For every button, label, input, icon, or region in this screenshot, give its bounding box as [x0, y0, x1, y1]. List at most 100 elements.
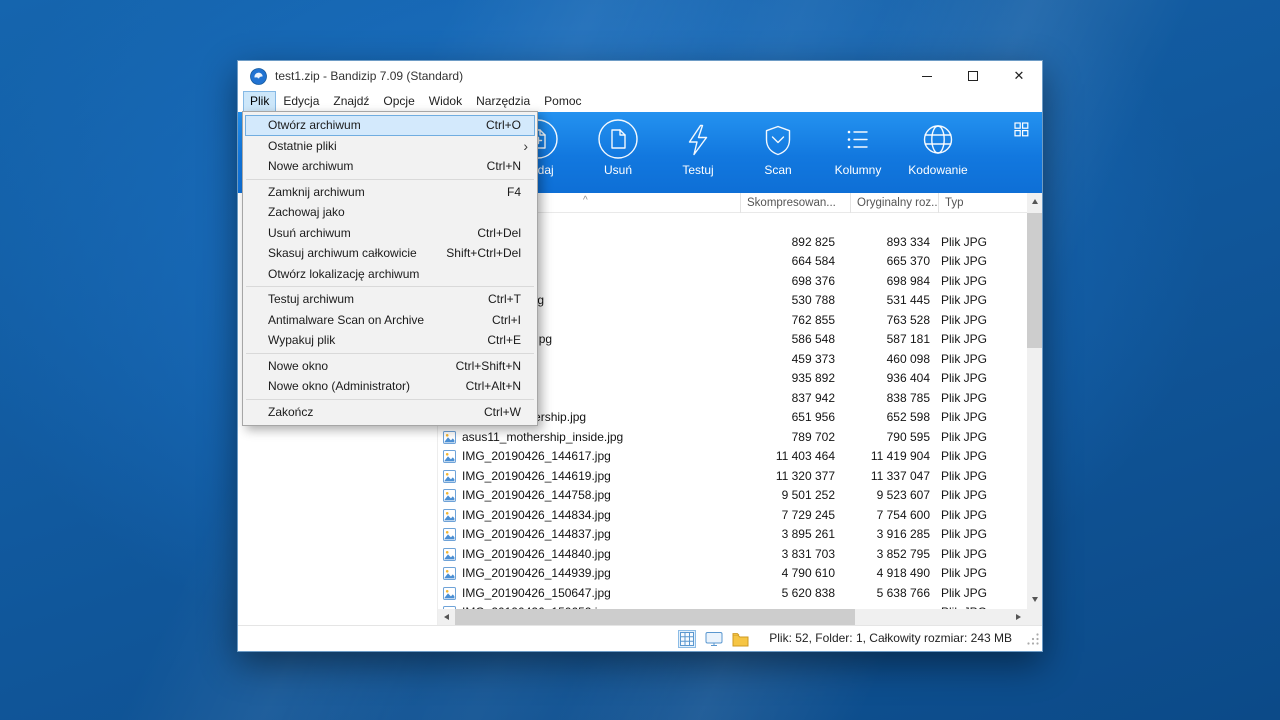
file-menu-dropdown: Otwórz archiwum Ctrl+O › Ostatnie pliki … — [242, 111, 538, 426]
menu-item-shortcut: Ctrl+Shift+N — [456, 359, 521, 373]
file-menu-item[interactable]: Nowe archiwum Ctrl+N › — [245, 156, 535, 177]
globe-icon — [916, 118, 960, 162]
file-original-size: 652 598 — [835, 408, 930, 428]
preview-pane-icon[interactable] — [705, 631, 723, 647]
scroll-right-button[interactable] — [1010, 609, 1027, 625]
file-menu-item[interactable]: › — [246, 286, 534, 287]
file-original-size: 790 595 — [835, 428, 930, 448]
file-compressed-size: 762 855 — [740, 311, 835, 331]
file-menu-item[interactable]: › — [246, 399, 534, 400]
menubar-item[interactable]: Narzędzia — [469, 91, 537, 112]
jpg-file-icon — [443, 470, 456, 483]
menu-item-shortcut: Ctrl+Alt+N — [466, 379, 521, 393]
column-header-compressed[interactable]: Skompresowan... — [740, 193, 850, 213]
file-original-size: 460 098 — [835, 350, 930, 370]
file-menu-item[interactable]: Zamknij archiwum F4 › — [245, 182, 535, 203]
file-menu-item[interactable]: Nowe okno Ctrl+Shift+N › — [245, 356, 535, 377]
menu-item-label: Otwórz archiwum — [268, 118, 361, 132]
file-row[interactable]: IMG_20190426_144758.jpg 9 501 252 9 523 … — [438, 486, 1027, 506]
file-original-size: 9 523 607 — [835, 486, 930, 506]
file-compressed-size: 11 320 377 — [740, 467, 835, 487]
scroll-up-button[interactable] — [1027, 193, 1042, 210]
archive-comment-icon[interactable] — [732, 632, 749, 647]
file-menu-item[interactable]: Otwórz lokalizację archiwum › — [245, 264, 535, 285]
file-menu-item[interactable]: Zachowaj jako › — [245, 202, 535, 223]
menu-item-label: Zachowaj jako — [268, 205, 345, 219]
minimize-button[interactable] — [904, 61, 950, 91]
toolbar-columns-button[interactable]: Kolumny — [818, 112, 898, 193]
file-name-cell: IMG_20190426_144840.jpg — [438, 545, 740, 565]
resize-grip[interactable] — [1027, 633, 1040, 649]
jpg-file-icon — [443, 567, 456, 580]
file-name: IMG_20190426_144939.jpg — [462, 564, 611, 584]
vertical-scrollbar-thumb[interactable] — [1027, 213, 1042, 348]
file-name-cell: IMG_20190426_144617.jpg — [438, 447, 740, 467]
menu-item-label: Otwórz lokalizację archiwum — [268, 267, 419, 281]
menubar-item[interactable]: Widok — [422, 91, 469, 112]
file-menu-item[interactable]: Testuj archiwum Ctrl+T › — [245, 289, 535, 310]
file-type: Plik JPG — [941, 506, 1027, 526]
jpg-file-icon — [443, 587, 456, 600]
file-menu-item[interactable]: Wypakuj plik Ctrl+E › — [245, 330, 535, 351]
scroll-left-button[interactable] — [438, 609, 455, 625]
file-menu-item[interactable]: Zakończ Ctrl+W › — [245, 402, 535, 423]
toolbar-test-label: Testuj — [682, 163, 713, 177]
file-name-cell: IMG_20190426_150647.jpg — [438, 584, 740, 604]
file-type: Plik JPG — [941, 486, 1027, 506]
close-button[interactable]: ✕ — [996, 61, 1042, 91]
file-row[interactable]: IMG_20190426_144834.jpg 7 729 245 7 754 … — [438, 506, 1027, 526]
file-row[interactable]: IMG_20190426_144840.jpg 3 831 703 3 852 … — [438, 545, 1027, 565]
menu-item-label: Zakończ — [268, 405, 313, 419]
file-name-cell: IMG_20190426_144939.jpg — [438, 564, 740, 584]
file-type: Plik JPG — [941, 525, 1027, 545]
file-row[interactable]: IMG_20190426_144619.jpg 11 320 377 11 33… — [438, 467, 1027, 487]
menu-item-label: Antimalware Scan on Archive — [268, 313, 424, 327]
file-row[interactable]: asus11_mothership_inside.jpg 789 702 790… — [438, 428, 1027, 448]
maximize-button[interactable] — [950, 61, 996, 91]
file-row[interactable]: IMG_20190426_150647.jpg 5 620 838 5 638 … — [438, 584, 1027, 604]
file-name: IMG_20190426_144619.jpg — [462, 467, 611, 487]
menubar-item[interactable]: Edycja — [276, 91, 326, 112]
file-menu-item[interactable]: Otwórz archiwum Ctrl+O › — [245, 115, 535, 136]
toolbar-scan-button[interactable]: Scan — [738, 112, 818, 193]
file-name: IMG_20190426_144617.jpg — [462, 447, 611, 467]
file-menu-item[interactable]: Antimalware Scan on Archive Ctrl+I › — [245, 310, 535, 331]
menubar-item[interactable]: Pomoc — [537, 91, 588, 112]
toolbar-delete-button[interactable]: Usuń — [578, 112, 658, 193]
file-menu-item[interactable]: › — [246, 353, 534, 354]
jpg-file-icon — [443, 489, 456, 502]
titlebar[interactable]: test1.zip - Bandizip 7.09 (Standard) ✕ — [238, 61, 1042, 91]
file-menu-item[interactable]: Usuń archiwum Ctrl+Del › — [245, 223, 535, 244]
file-menu-item[interactable]: › — [246, 179, 534, 180]
column-header-original[interactable]: Oryginalny roz... — [850, 193, 938, 213]
file-row[interactable]: IMG_20190426_144617.jpg 11 403 464 11 41… — [438, 447, 1027, 467]
file-original-size: 587 181 — [835, 330, 930, 350]
toolbar-test-button[interactable]: Testuj — [658, 112, 738, 193]
file-type: Plik JPG — [941, 369, 1027, 389]
file-menu-item[interactable]: Ostatnie pliki › — [245, 136, 535, 157]
minimize-icon — [922, 76, 932, 77]
file-menu-item[interactable]: Nowe okno (Administrator) Ctrl+Alt+N › — [245, 376, 535, 397]
file-row[interactable]: IMG_20190426_144837.jpg 3 895 261 3 916 … — [438, 525, 1027, 545]
menubar-item[interactable]: Plik — [243, 91, 276, 112]
horizontal-scrollbar[interactable] — [438, 609, 1027, 625]
toolbar-encoding-label: Kodowanie — [908, 163, 967, 177]
toolbar-encoding-button[interactable]: Kodowanie — [898, 112, 978, 193]
scroll-down-button[interactable] — [1027, 591, 1042, 608]
sort-ascending-icon: ^ — [583, 193, 588, 211]
file-compressed-size: 789 702 — [740, 428, 835, 448]
bandizip-logo-icon — [250, 68, 267, 85]
menubar-item[interactable]: Znajdź — [326, 91, 376, 112]
column-header-type[interactable]: Typ — [938, 193, 1027, 213]
file-original-size: 3 852 795 — [835, 545, 930, 565]
file-compressed-size: 9 501 252 — [740, 486, 835, 506]
menu-item-label: Usuń archiwum — [268, 226, 351, 240]
menubar-item[interactable]: Opcje — [376, 91, 421, 112]
menu-item-shortcut: Ctrl+W — [484, 405, 521, 419]
vertical-scrollbar[interactable] — [1027, 193, 1042, 608]
file-menu-item[interactable]: Skasuj archiwum całkowicie Shift+Ctrl+De… — [245, 243, 535, 264]
view-layout-icon[interactable] — [1014, 122, 1029, 137]
horizontal-scrollbar-thumb[interactable] — [455, 609, 855, 625]
file-row[interactable]: IMG_20190426_144939.jpg 4 790 610 4 918 … — [438, 564, 1027, 584]
details-view-toggle-icon[interactable] — [678, 630, 696, 648]
